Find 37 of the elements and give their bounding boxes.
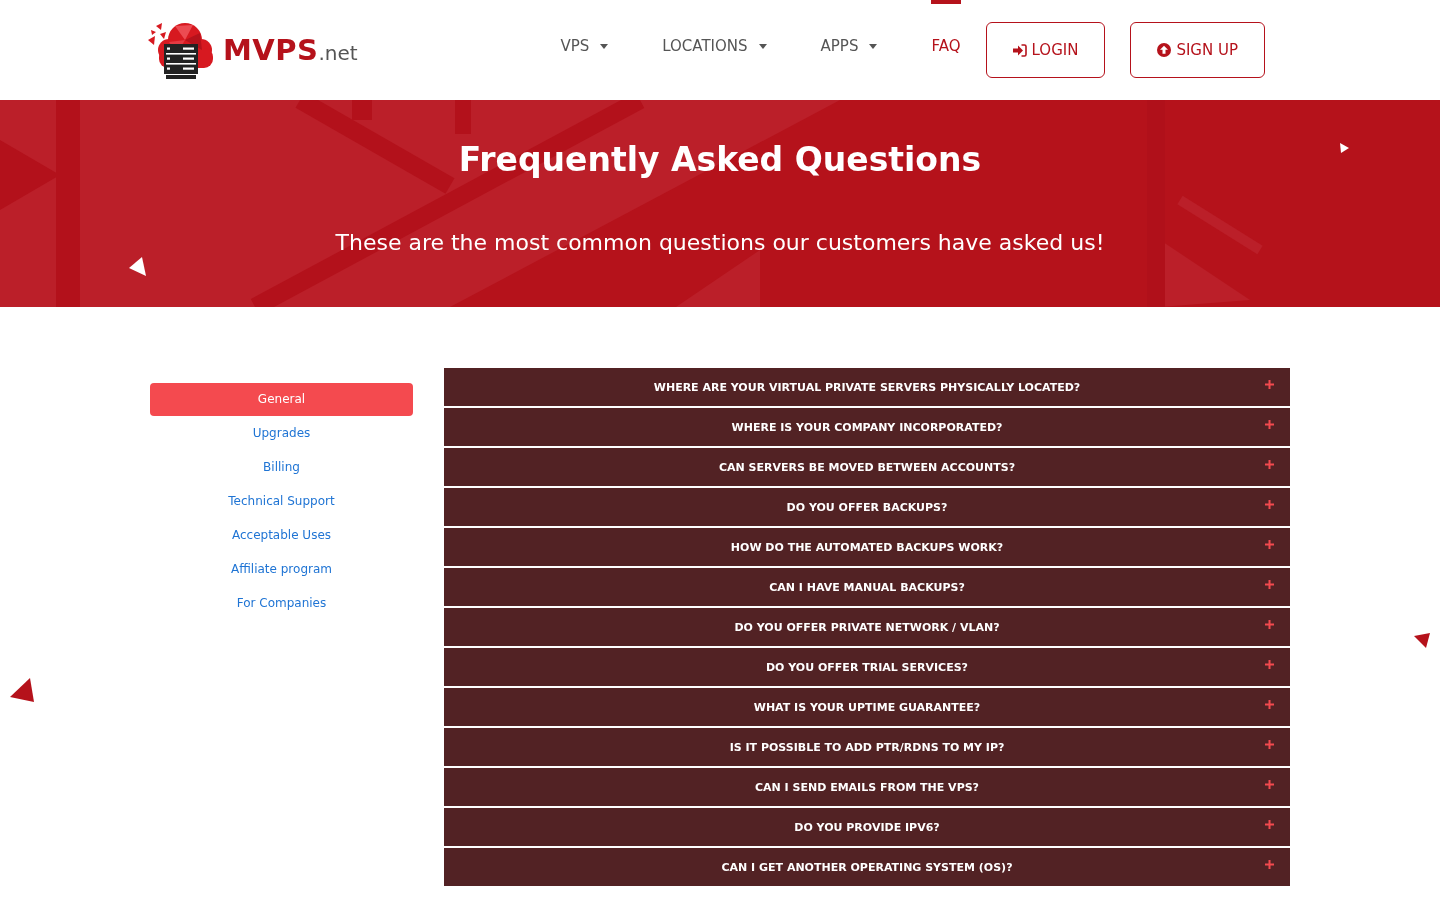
page-subtitle: These are the most common questions our customers have asked us!	[335, 229, 1105, 257]
faq-question[interactable]: CAN SERVERS BE MOVED BETWEEN ACCOUNTS?	[444, 448, 1290, 486]
faq-question[interactable]: CAN I HAVE MANUAL BACKUPS?	[444, 568, 1290, 606]
nav-link[interactable]: FAQ	[931, 37, 961, 55]
faq-question[interactable]: HOW DO THE AUTOMATED BACKUPS WORK?	[444, 528, 1290, 566]
nav-link[interactable]: LOCATIONS	[662, 37, 767, 55]
category-link[interactable]: General	[150, 383, 413, 416]
page-title: Frequently Asked Questions	[458, 139, 982, 180]
triangle-icon	[1340, 143, 1349, 153]
faq-question[interactable]: DO YOU OFFER PRIVATE NETWORK / VLAN?	[444, 608, 1290, 646]
category-link[interactable]: Technical Support	[220, 485, 343, 518]
faq-question[interactable]: WHERE ARE YOUR VIRTUAL PRIVATE SERVERS PHYSICALLY LOCATED?	[444, 368, 1290, 406]
faq-question[interactable]: DO YOU PROVIDE IPV6?	[444, 808, 1290, 846]
category-link[interactable]: Affiliate program	[223, 553, 340, 586]
category-link[interactable]: Acceptable Uses	[223, 519, 340, 552]
category-link[interactable]: Upgrades	[244, 417, 319, 450]
category-link[interactable]: Billing	[255, 451, 308, 484]
login-button[interactable]: LOGIN	[985, 22, 1106, 78]
category-link[interactable]: For Companies	[228, 587, 335, 620]
triangle-icon	[1414, 633, 1430, 648]
faq-question[interactable]: CAN I SEND EMAILS FROM THE VPS?	[444, 768, 1290, 806]
faq-question[interactable]: WHAT IS YOUR UPTIME GUARANTEE?	[444, 688, 1290, 726]
signup-button[interactable]: SIGN UP	[1130, 22, 1265, 78]
faq-question[interactable]: WHERE IS YOUR COMPANY INCORPORATED?	[444, 408, 1290, 446]
nav-link[interactable]: VPS	[560, 37, 609, 55]
logo-icon	[147, 20, 213, 80]
active-indicator	[931, 0, 961, 4]
triangle-icon	[129, 257, 146, 276]
login-icon	[1012, 43, 1027, 57]
arrow-up-circle-icon	[1157, 43, 1172, 57]
nav-link[interactable]: APPS	[820, 37, 878, 55]
faq-question[interactable]: CAN I GET ANOTHER OPERATING SYSTEM (OS)?	[444, 848, 1290, 886]
faq-question[interactable]: IS IT POSSIBLE TO ADD PTR/RDNS TO MY IP?	[444, 728, 1290, 766]
logo-wordmark: MVPS.net	[223, 35, 358, 65]
faq-question[interactable]: DO YOU OFFER TRIAL SERVICES?	[444, 648, 1290, 686]
faq-question[interactable]: DO YOU OFFER BACKUPS?	[444, 488, 1290, 526]
triangle-icon	[10, 678, 34, 702]
